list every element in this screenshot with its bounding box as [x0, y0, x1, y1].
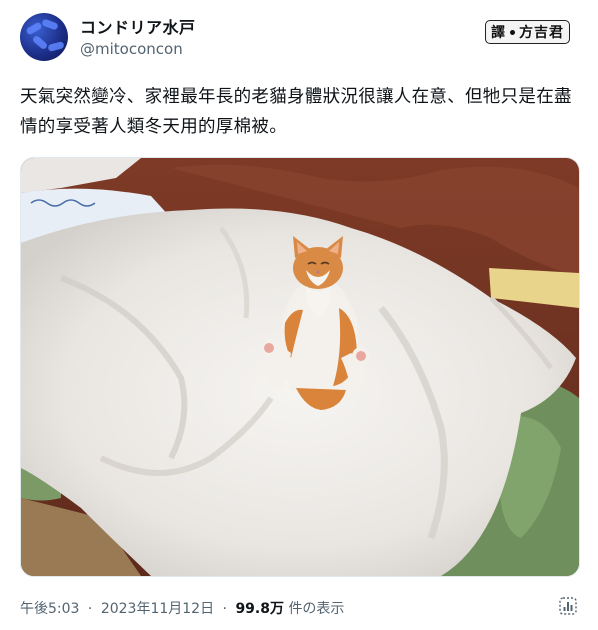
tweet-photo[interactable]	[20, 157, 580, 577]
tweet-time[interactable]: 午後5:03	[20, 601, 79, 617]
author-display-name[interactable]: コンドリア水戸	[80, 14, 196, 38]
avatar-cell	[31, 34, 49, 51]
badge-dot-icon	[510, 29, 515, 35]
avatar-cell	[47, 41, 65, 52]
author-handle[interactable]: @mitoconcon	[80, 40, 183, 58]
tweet-meta: 午後5:03 · 2023年11月12日 · 99.8万 件の表示	[20, 598, 344, 618]
views-label: 件の表示	[288, 601, 345, 617]
translation-badge-left: 譯	[491, 25, 506, 41]
meta-separator: ·	[222, 601, 227, 617]
cat-on-blanket-image	[21, 158, 579, 576]
tweet-date[interactable]: 2023年11月12日	[101, 601, 214, 617]
bar-chart-icon[interactable]	[558, 596, 578, 616]
meta-separator: ·	[87, 601, 93, 617]
translation-badge-right: 方吉君	[519, 25, 564, 41]
avatar[interactable]	[20, 13, 68, 61]
avatar-cell	[41, 18, 59, 31]
avatar-cell	[25, 21, 43, 36]
tweet-text: 天氣突然變冷、家裡最年長的老貓身體狀況很讓人在意、但牠只是在盡情的享受著人類冬天…	[20, 87, 572, 137]
translation-badge: 譯 方吉君	[485, 20, 570, 44]
views-count: 99.8万	[235, 601, 284, 617]
